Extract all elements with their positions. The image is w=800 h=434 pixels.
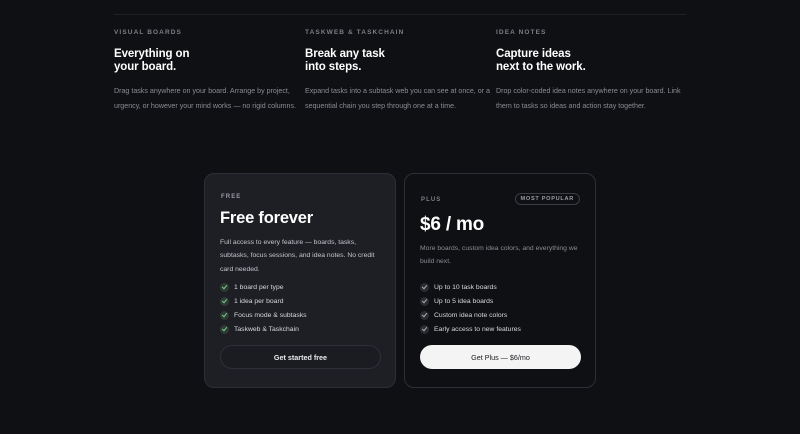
check-icon	[220, 282, 229, 292]
pricing-card-free: FREE Free forever Full access to every f…	[204, 173, 396, 388]
feature-description: Drag tasks anywhere on your board. Arran…	[114, 87, 297, 110]
check-icon	[220, 324, 229, 334]
plan-feature-list: Up to 10 task boards Up to 5 idea boards…	[420, 280, 521, 336]
most-popular-badge: MOST POPULAR	[514, 193, 580, 205]
check-icon	[220, 310, 229, 320]
plan-description: More boards, custom idea colors, and eve…	[420, 245, 578, 266]
feature-taskweb: TASKWEB & TASKCHAIN Break any task into …	[305, 29, 496, 113]
pricing-page: VISUAL BOARDS Everything on your board. …	[0, 0, 800, 434]
feature-eyebrow: IDEA NOTES	[496, 29, 547, 36]
get-started-free-button[interactable]: Get started free	[220, 345, 381, 369]
list-item: Taskweb & Taskchain	[220, 322, 307, 336]
list-item: Focus mode & subtasks	[220, 308, 307, 322]
feature-description: Expand tasks into a subtask web you can …	[305, 87, 490, 110]
plan-feature-label: Taskweb & Taskchain	[234, 325, 299, 333]
plan-tier: PLUS	[421, 197, 442, 203]
check-icon	[420, 282, 429, 292]
feature-description: Drop color-coded idea notes anywhere on …	[496, 87, 681, 110]
feature-eyebrow: VISUAL BOARDS	[114, 29, 182, 36]
divider	[114, 14, 686, 15]
list-item: 1 idea per board	[220, 294, 307, 308]
feature-title: Capture ideas next to the work.	[496, 48, 586, 73]
plan-feature-label: Early access to new features	[434, 325, 521, 333]
plan-price: Free forever	[220, 209, 313, 227]
feature-eyebrow: TASKWEB & TASKCHAIN	[305, 29, 405, 36]
plan-feature-label: 1 idea per board	[234, 297, 284, 305]
feature-idea-notes: IDEA NOTES Capture ideas next to the wor…	[496, 29, 704, 113]
check-icon	[420, 296, 429, 306]
plan-feature-label: Up to 10 task boards	[434, 283, 497, 291]
get-plus-button[interactable]: Get Plus — $6/mo	[420, 345, 581, 369]
plan-feature-label: 1 board per type	[234, 283, 284, 291]
list-item: Up to 5 idea boards	[420, 294, 521, 308]
plan-feature-label: Focus mode & subtasks	[234, 311, 307, 319]
feature-title: Break any task into steps.	[305, 48, 385, 73]
list-item: Custom idea note colors	[420, 308, 521, 322]
plan-feature-label: Up to 5 idea boards	[434, 297, 494, 305]
check-icon	[220, 296, 229, 306]
list-item: Early access to new features	[420, 322, 521, 336]
feature-title: Everything on your board.	[114, 48, 190, 73]
pricing-card-plus: PLUS MOST POPULAR $6 / mo More boards, c…	[404, 173, 596, 388]
plan-feature-label: Custom idea note colors	[434, 311, 508, 319]
list-item: Up to 10 task boards	[420, 280, 521, 294]
feature-row: VISUAL BOARDS Everything on your board. …	[114, 29, 704, 113]
feature-visual-boards: VISUAL BOARDS Everything on your board. …	[114, 29, 305, 113]
plan-description: Full access to every feature — boards, t…	[220, 239, 375, 273]
plan-tier: FREE	[221, 194, 242, 200]
plan-feature-list: 1 board per type 1 idea per board Focus …	[220, 280, 307, 336]
plan-price: $6 / mo	[420, 214, 485, 235]
list-item: 1 board per type	[220, 280, 307, 294]
check-icon	[420, 310, 429, 320]
check-icon	[420, 324, 429, 334]
